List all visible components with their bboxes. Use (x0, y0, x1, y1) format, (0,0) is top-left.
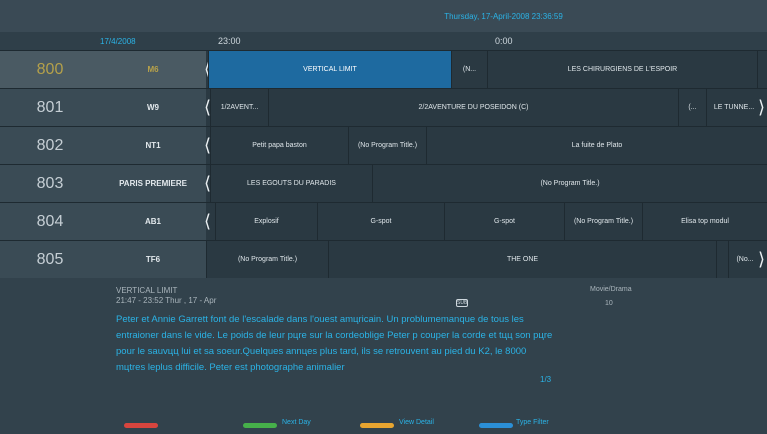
page-indicator: 1/3 (540, 375, 552, 384)
program-cell[interactable]: (N... (451, 51, 487, 88)
channel-number: 800 (0, 51, 100, 88)
program-description: Peter et Annie Garrett font de l'escalad… (116, 314, 553, 373)
channel-name: AB1 (100, 203, 206, 240)
channel-name: W9 (100, 89, 206, 126)
yellow-key-label: View Detail (399, 419, 434, 426)
program-cell[interactable]: (... (678, 89, 706, 126)
program-cell[interactable] (757, 51, 763, 88)
program-cell[interactable]: G-spot (444, 203, 564, 240)
channel-row[interactable]: 804 AB1 ⟨ Explosif G-spot G-spot (No Pro… (0, 202, 767, 240)
program-cell[interactable]: Petit papa baston (210, 127, 348, 164)
green-key-label: Next Day (282, 419, 311, 426)
timeline-header: 17/4/2008 23:00 0:00 (0, 32, 767, 50)
time-slot-1: 23:00 (218, 36, 241, 46)
channel-row[interactable]: 801 W9 ⟨ 1/2AVENT... 2/2AVENTURE DU POSE… (0, 88, 767, 126)
blue-key-label: Type Filter (516, 419, 549, 426)
program-time: 21:47 - 23:52 Thur , 17 - Apr (116, 296, 217, 305)
red-key-icon[interactable] (124, 423, 158, 428)
channel-number: 801 (0, 89, 100, 126)
channel-name: PARIS PREMIERE (100, 165, 206, 202)
program-cell[interactable]: THE ONE (328, 241, 716, 278)
channel-name: TF6 (100, 241, 206, 278)
channel-number: 804 (0, 203, 100, 240)
program-cell[interactable] (716, 241, 728, 278)
channel-row[interactable]: 803 PARIS PREMIERE ⟨ LES EGOUTS DU PARAD… (0, 164, 767, 202)
program-info-panel: VERTICAL LIMIT 21:47 - 23:52 Thur , 17 -… (0, 280, 767, 434)
time-slot-2: 0:00 (495, 36, 513, 46)
blue-key-icon[interactable] (479, 423, 513, 428)
channel-row[interactable]: 800 M6 ⟨ VERTICAL LIMIT (N... LES CHIRUR… (0, 50, 767, 88)
subtitle-icon: SUB (456, 299, 468, 307)
guide-date: 17/4/2008 (100, 37, 136, 46)
channel-name: M6 (100, 51, 206, 88)
channel-row[interactable]: 802 NT1 ⟨ Petit papa baston (No Program … (0, 126, 767, 164)
program-cell[interactable]: 2/2AVENTURE DU POSEIDON (C) (268, 89, 678, 126)
program-cell[interactable]: (No... (728, 241, 761, 278)
program-cell[interactable]: 1/2AVENT... (210, 89, 268, 126)
program-cell[interactable]: (No Program Title.) (564, 203, 642, 240)
program-cell[interactable]: VERTICAL LIMIT (208, 51, 451, 88)
yellow-key-icon[interactable] (360, 423, 394, 428)
color-key-legend: Next Day View Detail Type Filter (0, 412, 767, 434)
channel-number: 802 (0, 127, 100, 164)
channel-row[interactable]: 805 TF6 (No Program Title.) THE ONE (No.… (0, 240, 767, 278)
program-cell[interactable]: G-spot (317, 203, 444, 240)
program-cell[interactable]: La fuite de Plato (426, 127, 767, 164)
program-cell[interactable]: (No Program Title.) (372, 165, 767, 202)
program-cell[interactable]: (No Program Title.) (206, 241, 328, 278)
program-cell[interactable]: (No Program Title.) (348, 127, 426, 164)
channel-number: 803 (0, 165, 100, 202)
scroll-right-icon[interactable]: ⟩ (758, 89, 765, 126)
scroll-right-icon[interactable]: ⟩ (758, 241, 765, 278)
program-cell[interactable]: Elisa top modul (642, 203, 767, 240)
program-cell[interactable]: LE TUNNE... (706, 89, 761, 126)
channel-name: NT1 (100, 127, 206, 164)
scroll-left-icon[interactable]: ⟨ (204, 203, 211, 240)
top-bar: Thursday, 17-April-2008 23:36:59 (0, 0, 767, 32)
program-title: VERTICAL LIMIT (116, 286, 178, 295)
epg-screen: Thursday, 17-April-2008 23:36:59 17/4/20… (0, 0, 767, 434)
current-datetime: Thursday, 17-April-2008 23:36:59 (444, 12, 563, 21)
green-key-icon[interactable] (243, 423, 277, 428)
program-genre: Movie/Drama (590, 286, 632, 293)
program-cell[interactable]: LES CHIRURGIENS DE L'ESPOIR (487, 51, 757, 88)
program-rating: 10 (605, 300, 613, 307)
program-grid: 800 M6 ⟨ VERTICAL LIMIT (N... LES CHIRUR… (0, 50, 767, 280)
channel-number: 805 (0, 241, 100, 278)
program-cell[interactable]: LES EGOUTS DU PARADIS (210, 165, 372, 202)
program-cell[interactable]: Explosif (215, 203, 317, 240)
